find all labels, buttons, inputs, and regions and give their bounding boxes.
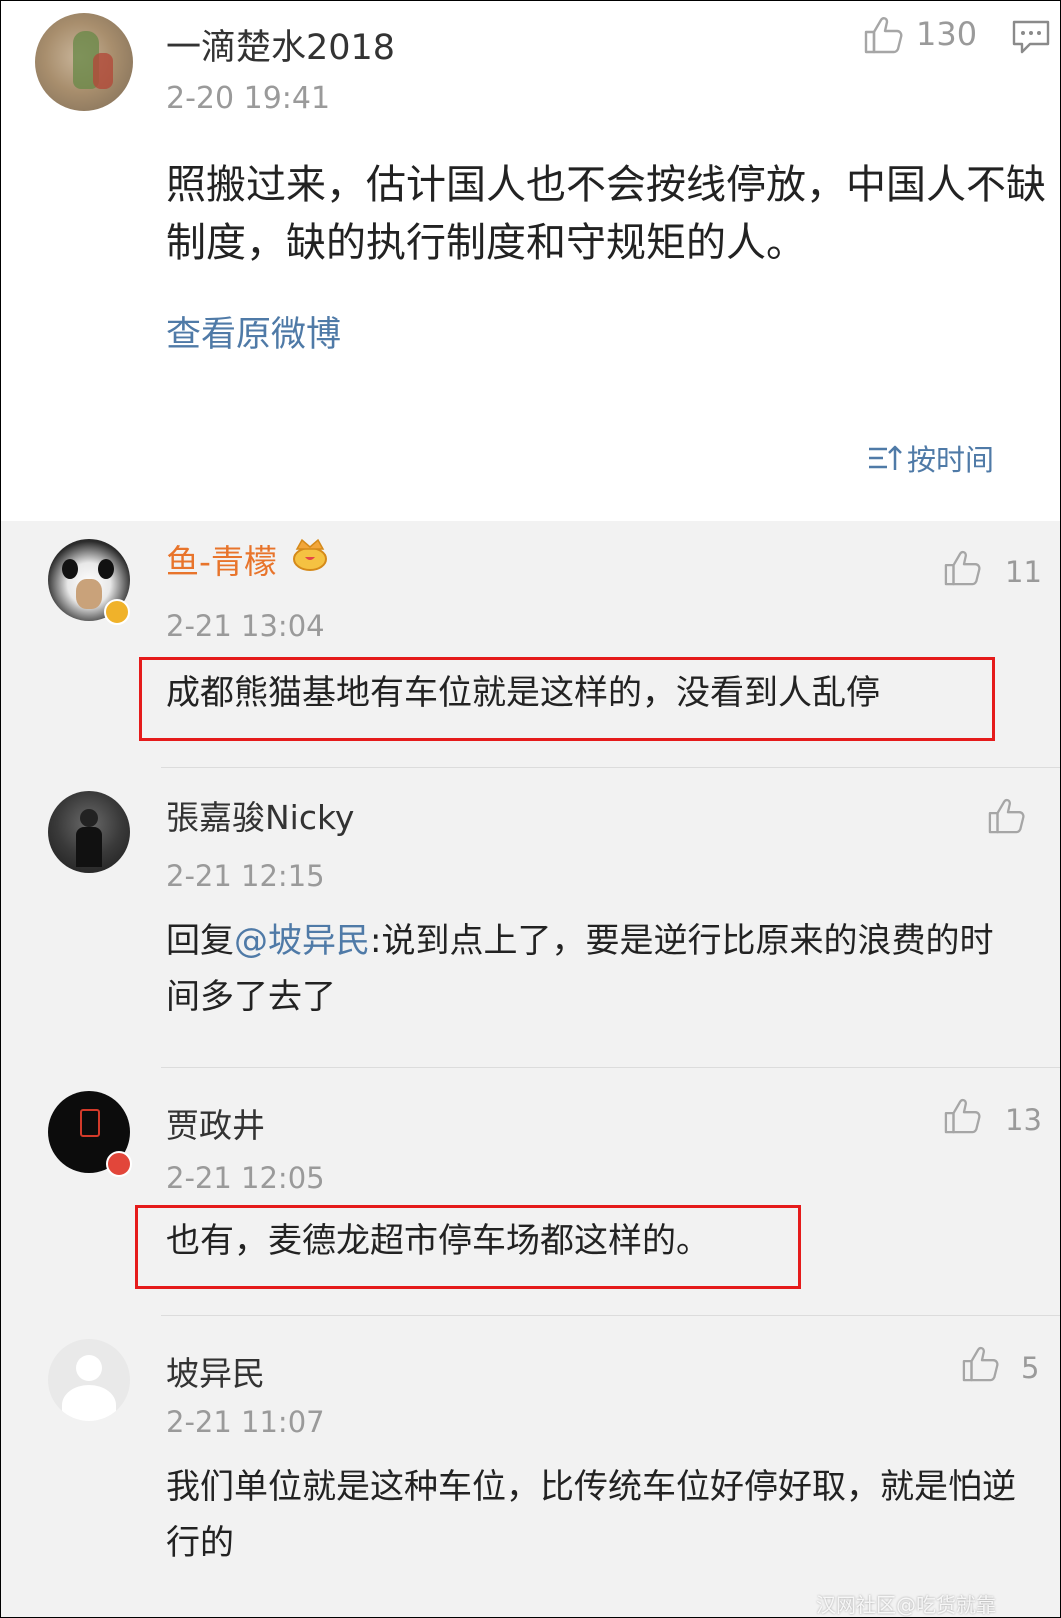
divider — [161, 1067, 1060, 1068]
post-text: 照搬过来，估计国人也不会按线停放，中国人不缺制度，缺的执行制度和守规矩的人。 — [166, 162, 1046, 266]
comment-text: 回复@坡异民:说到点上了，要是逆行比原来的浪费的时间多了去了 — [166, 913, 1016, 1025]
thumbs-up-icon[interactable] — [961, 1345, 1001, 1383]
comment-icon[interactable] — [1011, 19, 1051, 55]
post-author-avatar[interactable] — [35, 13, 133, 111]
commenter-name[interactable]: 鱼-青檬 — [166, 535, 277, 583]
commenter-name[interactable]: 贾政井 — [166, 1099, 265, 1147]
comment-like-count: 13 — [1005, 1103, 1042, 1137]
commenter-avatar[interactable] — [48, 1339, 130, 1421]
sort-icon — [869, 445, 902, 470]
reply-prefix: 回复 — [166, 921, 234, 961]
view-original-link[interactable]: 查看原微博 — [166, 306, 341, 357]
mention-link[interactable]: @坡异民 — [234, 921, 370, 961]
comment-time: 2-21 13:04 — [166, 609, 325, 643]
comment-time: 2-21 11:07 — [166, 1405, 325, 1439]
verified-badge-icon — [104, 599, 130, 625]
commenter-name[interactable]: 坡异民 — [166, 1347, 265, 1395]
comment-like-count: 11 — [1005, 555, 1042, 589]
post-author-name[interactable]: 一滴楚水2018 — [166, 19, 395, 70]
comment-text: 我们单位就是这种车位，比传统车位好停好取，就是怕逆行的 — [166, 1467, 1016, 1563]
post-time: 2-20 19:41 — [166, 81, 331, 116]
post-like-count: 130 — [916, 15, 978, 53]
thumbs-up-icon[interactable] — [987, 797, 1027, 835]
weibo-comment-screen: 一滴楚水2018 2-20 19:41 130 照搬过来，估计国人也不会按线停放… — [0, 0, 1061, 1618]
highlight-box — [135, 1205, 801, 1289]
divider — [161, 767, 1060, 768]
comment-time: 2-21 12:05 — [166, 1161, 325, 1195]
thumbs-up-icon[interactable] — [943, 1097, 983, 1135]
verified-badge-icon — [106, 1151, 132, 1177]
sort-by-time-button[interactable]: 按时间 — [867, 437, 994, 479]
crown-icon — [293, 538, 327, 571]
thumbs-up-icon[interactable] — [943, 549, 983, 587]
comment-like-count: 5 — [1021, 1351, 1040, 1385]
sort-label: 按时间 — [907, 443, 995, 477]
commenter-name[interactable]: 張嘉骏Nicky — [166, 791, 354, 839]
commenter-avatar[interactable] — [48, 791, 130, 873]
comment-time: 2-21 12:15 — [166, 859, 325, 893]
thumbs-up-icon[interactable] — [863, 15, 905, 55]
original-post: 一滴楚水2018 2-20 19:41 130 照搬过来，估计国人也不会按线停放… — [1, 1, 1060, 521]
highlight-box — [139, 657, 995, 741]
watermark: 汉网社区@吃货就靠 — [816, 1593, 996, 1617]
divider — [161, 1315, 1060, 1316]
